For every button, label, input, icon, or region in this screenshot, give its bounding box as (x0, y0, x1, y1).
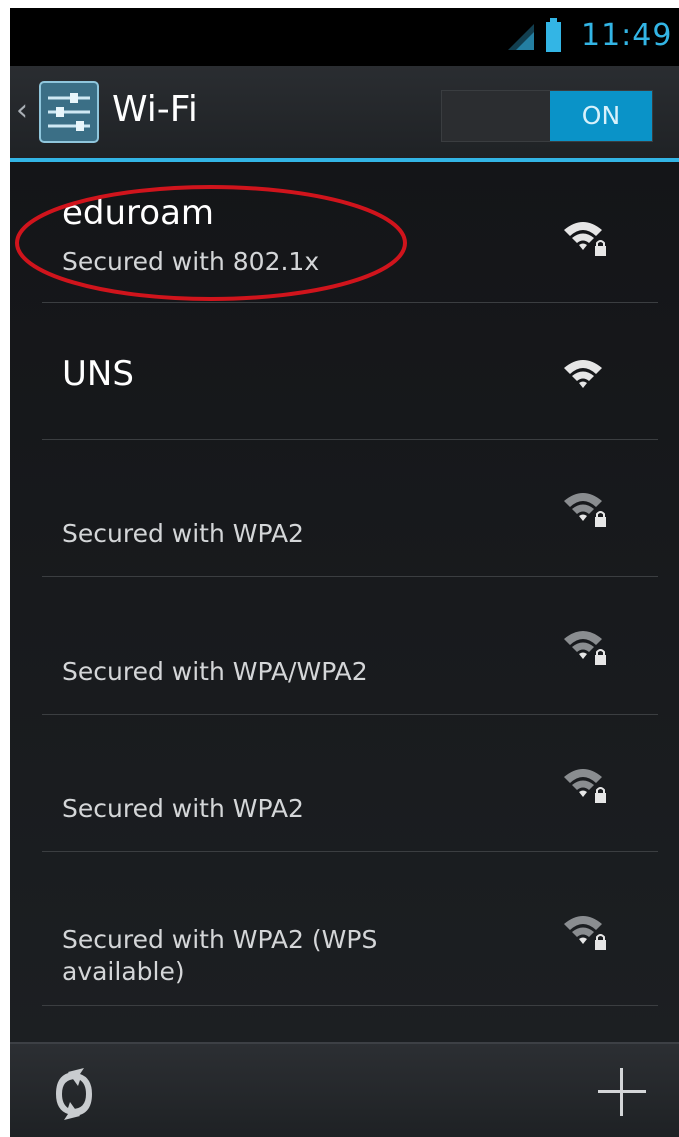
wifi-locked-icon (564, 222, 606, 256)
network-item[interactable]: UNS (10, 303, 679, 440)
up-caret-icon[interactable]: ‹ (16, 96, 28, 126)
wifi-locked-icon (564, 916, 606, 950)
status-bar: 11:49 (10, 8, 679, 66)
wifi-toggle[interactable]: ON (441, 90, 653, 142)
wifi-icon (564, 360, 602, 388)
phone-screen: 11:49 ‹ Wi-Fi ON eduroam Secured with 80… (10, 8, 679, 1137)
wifi-locked-icon (564, 493, 606, 527)
battery-icon (546, 18, 561, 52)
wifi-locked-icon (564, 769, 606, 803)
bottom-action-bar (10, 1042, 679, 1137)
signal-icon (508, 24, 534, 50)
network-summary: Secured with WPA/WPA2 (62, 657, 368, 686)
network-item[interactable]: Secured with WPA2 (WPS available) (10, 852, 679, 1006)
network-summary: Secured with WPA2 (WPS available) (62, 925, 378, 986)
circle-annotation (15, 185, 407, 301)
network-list: eduroam Secured with 802.1x UNS Secured … (10, 162, 679, 1042)
network-item[interactable]: Secured with WPA2 (10, 715, 679, 852)
network-summary: Secured with WPA2 (62, 794, 304, 823)
settings-sliders-icon[interactable] (38, 80, 100, 144)
list-divider (42, 1005, 658, 1006)
toggle-on-label: ON (550, 91, 652, 141)
page-title: Wi-Fi (112, 89, 198, 130)
network-item[interactable]: Secured with WPA/WPA2 (10, 577, 679, 715)
action-bar: ‹ Wi-Fi ON (10, 66, 679, 160)
network-ssid: UNS (62, 354, 134, 394)
wifi-locked-icon (564, 631, 606, 665)
network-summary: Secured with WPA2 (62, 519, 304, 548)
add-network-icon[interactable] (596, 1066, 648, 1118)
scan-icon[interactable] (46, 1066, 102, 1122)
clock: 11:49 (581, 18, 673, 53)
network-item[interactable]: Secured with WPA2 (10, 440, 679, 577)
